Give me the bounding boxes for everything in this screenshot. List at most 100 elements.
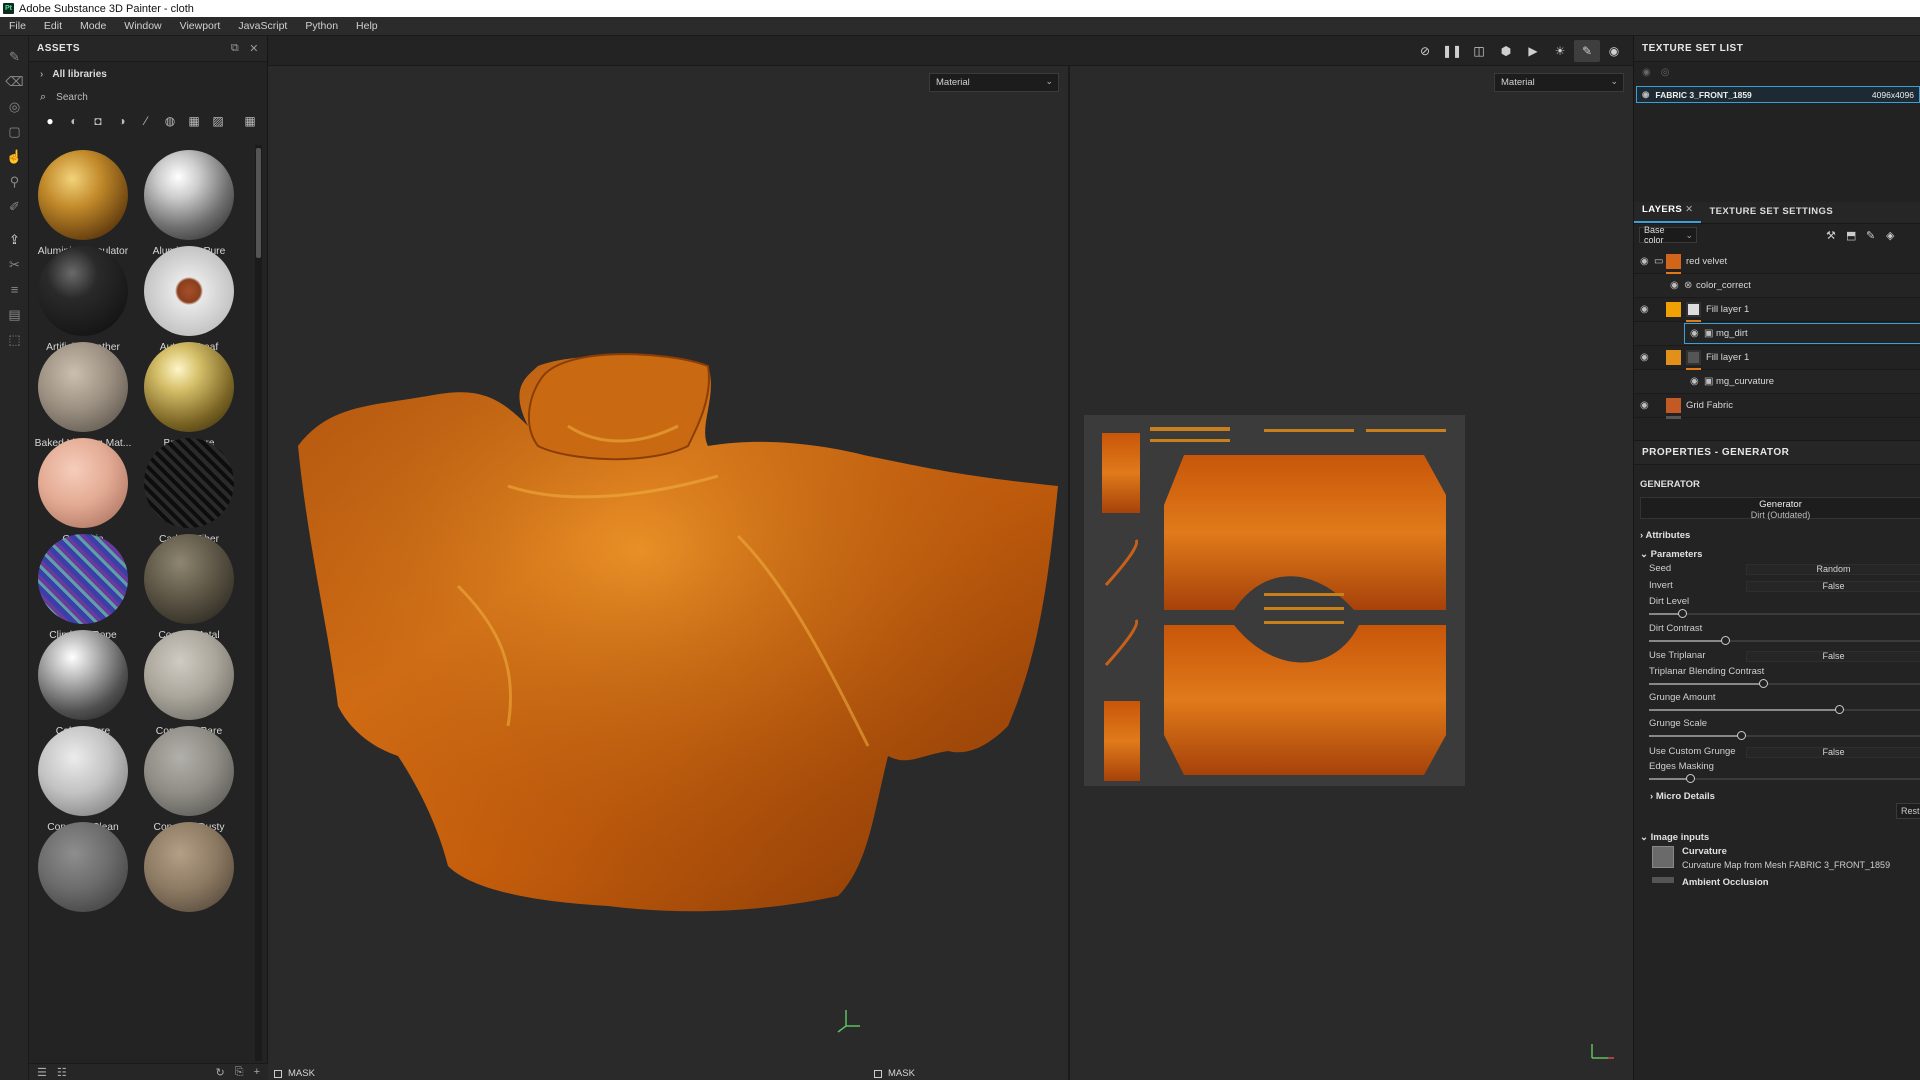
add-icon[interactable]: + <box>254 1066 260 1078</box>
slider-knob[interactable] <box>1721 636 1730 645</box>
menu-file[interactable]: File <box>0 20 35 32</box>
clone-icon[interactable]: ⚲ <box>0 169 29 194</box>
eye-icon[interactable]: ◉ <box>1640 256 1649 267</box>
menu-mode[interactable]: Mode <box>71 20 115 32</box>
menu-python[interactable]: Python <box>296 20 347 32</box>
eye-icon[interactable]: ◉ <box>1640 352 1649 363</box>
dirt-contrast-slider[interactable] <box>1649 636 1920 645</box>
menu-javascript[interactable]: JavaScript <box>229 20 296 32</box>
assets-search[interactable]: ⌕ Search <box>29 86 267 108</box>
ao-thumbnail[interactable] <box>1652 877 1674 883</box>
paint-mode-icon[interactable]: ✎ <box>1574 39 1600 62</box>
asset-tile[interactable] <box>137 817 241 934</box>
dirt-level-slider[interactable] <box>1649 609 1920 618</box>
mask-checkbox[interactable] <box>274 1069 282 1078</box>
channel-select[interactable]: Base color ⌄ <box>1639 225 1697 245</box>
library-selector[interactable]: › All libraries <box>29 62 267 86</box>
assets-scrollbar[interactable] <box>255 145 262 1061</box>
split-view-icon[interactable]: ◫ <box>1466 40 1492 62</box>
3d-model-view[interactable] <box>268 66 1068 1076</box>
invert-value[interactable]: False <box>1746 581 1920 592</box>
eye-icon[interactable]: ◉ <box>1690 376 1699 387</box>
filter-generators-icon[interactable]: ◑ <box>110 111 134 131</box>
bake-icon[interactable]: ⇪ <box>0 227 29 252</box>
add-paint-layer-icon[interactable]: ✎ <box>1866 229 1875 242</box>
grid-view-icon[interactable]: ▦ <box>238 111 262 131</box>
scrollbar-thumb[interactable] <box>256 148 261 258</box>
eraser-icon[interactable]: ⌫ <box>0 69 29 94</box>
hide-icon[interactable]: ⊘ <box>1412 40 1438 62</box>
menu-help[interactable]: Help <box>347 20 387 32</box>
eye-icon[interactable]: ◉ <box>1670 280 1679 291</box>
layer-row[interactable]: ◉ Fill layer 1 <box>1634 298 1920 323</box>
curvature-thumbnail[interactable] <box>1652 846 1674 868</box>
filter-smart-materials-icon[interactable]: ◐ <box>62 111 86 131</box>
menu-viewport[interactable]: Viewport <box>171 20 230 32</box>
search-input[interactable]: Search <box>56 92 88 103</box>
mask-indicator-right[interactable]: MASK <box>874 1068 915 1079</box>
projection-icon[interactable]: ◎ <box>0 94 29 119</box>
solo-icon[interactable]: ◎ <box>1661 67 1670 78</box>
edges-masking-slider[interactable] <box>1649 774 1920 783</box>
import-icon[interactable]: ⎘ <box>235 1066 244 1079</box>
grunge-scale-slider[interactable] <box>1649 731 1920 740</box>
polygon-fill-icon[interactable]: ≡ <box>0 277 29 302</box>
detach-icon[interactable]: ⧉ <box>231 42 239 55</box>
eye-icon[interactable]: ◉ <box>1642 89 1649 100</box>
asset-tile[interactable] <box>31 817 135 934</box>
attributes-toggle[interactable]: › Attributes <box>1640 530 1690 541</box>
image-inputs-toggle[interactable]: ⌄ Image inputs <box>1640 832 1709 843</box>
camera-icon[interactable]: ▶ <box>1520 40 1546 62</box>
layer-row[interactable]: ◉ Grid Fabric <box>1634 394 1920 419</box>
filter-icon[interactable]: ☷ <box>57 1066 67 1079</box>
menu-window[interactable]: Window <box>115 20 170 32</box>
triplanar-blending-slider[interactable] <box>1649 679 1920 688</box>
slider-knob[interactable] <box>1835 705 1844 714</box>
eye-icon[interactable]: ◉ <box>1690 328 1699 339</box>
seed-value[interactable]: Random <box>1746 564 1920 575</box>
visibility-icon[interactable]: ◉ <box>1642 67 1651 78</box>
sort-icon[interactable]: ☰ <box>37 1066 47 1079</box>
folder-icon[interactable]: ▭ <box>1654 256 1663 267</box>
filter-alphas-icon[interactable]: ▦ <box>182 111 206 131</box>
paint-brush-icon[interactable]: ✎ <box>0 44 29 69</box>
slider-knob[interactable] <box>1759 679 1768 688</box>
screenshot-icon[interactable]: ◉ <box>1601 40 1627 62</box>
filter-environments-icon[interactable]: ▨ <box>206 111 230 131</box>
micro-details-toggle[interactable]: › Micro Details <box>1650 791 1715 802</box>
uv-texture-view[interactable] <box>1084 415 1465 786</box>
layer-row[interactable]: ◉ ⊗ color_correct <box>1634 274 1920 298</box>
generator-picker[interactable]: Generator Dirt (Outdated) <box>1640 497 1920 520</box>
filter-materials-icon[interactable]: ● <box>38 111 62 131</box>
mask-checkbox[interactable] <box>874 1069 882 1078</box>
measure-icon[interactable]: ⬚ <box>0 327 29 352</box>
layer-row[interactable]: ◉ Fill layer 1 <box>1634 346 1920 371</box>
parameters-toggle[interactable]: ⌄ Parameters <box>1640 549 1702 560</box>
layer-row[interactable]: ◉ ▭ red velvet <box>1634 250 1920 275</box>
mask-indicator-left[interactable]: MASK <box>274 1068 315 1079</box>
slider-knob[interactable] <box>1737 731 1746 740</box>
texture-set-row[interactable]: ◉ FABRIC 3_FRONT_1859 4096x4096 <box>1636 86 1920 103</box>
menu-edit[interactable]: Edit <box>35 20 71 32</box>
reset-button[interactable]: Rest <box>1896 803 1920 819</box>
display-icon[interactable]: ⬢ <box>1493 40 1519 62</box>
color-picker-icon[interactable]: ✐ <box>0 194 29 219</box>
tab-layers[interactable]: LAYERS ✕ <box>1634 204 1702 223</box>
add-fill-layer-icon[interactable]: ◈ <box>1886 229 1894 242</box>
environment-icon[interactable]: ☀ <box>1547 40 1573 62</box>
filter-masks-icon[interactable]: ◘ <box>86 111 110 131</box>
use-triplanar-value[interactable]: False <box>1746 651 1920 662</box>
grunge-amount-slider[interactable] <box>1649 705 1920 714</box>
annotation-icon[interactable]: ▤ <box>0 302 29 327</box>
slider-knob[interactable] <box>1686 774 1695 783</box>
use-custom-grunge-value[interactable]: False <box>1746 747 1920 758</box>
pause-icon[interactable]: ❚❚ <box>1439 40 1465 62</box>
eye-icon[interactable]: ◉ <box>1640 400 1649 411</box>
smudge-icon[interactable]: ☝ <box>0 144 29 169</box>
slider-knob[interactable] <box>1678 609 1687 618</box>
refresh-icon[interactable]: ↻ <box>216 1066 225 1079</box>
close-icon[interactable]: ✕ <box>249 42 259 55</box>
filter-brushes-icon[interactable]: ⁄ <box>134 111 158 131</box>
add-mask-icon[interactable]: ⬒ <box>1846 229 1856 242</box>
layer-row[interactable]: ◉ ▣ mg_dirt <box>1634 322 1920 346</box>
